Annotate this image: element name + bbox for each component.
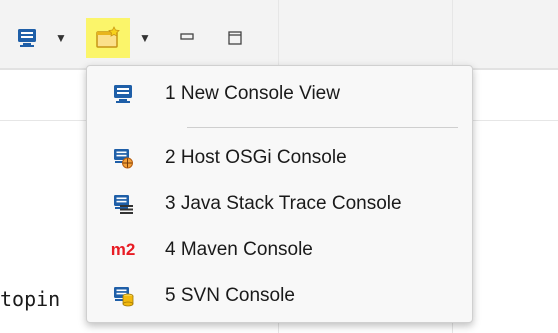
menu-item-svn-console[interactable]: 5 SVN Console xyxy=(97,279,462,313)
maximize-button[interactable] xyxy=(220,18,250,58)
console-view-toolbar: ▼ ▼ xyxy=(0,18,300,58)
display-selected-console-dropdown[interactable]: ▼ xyxy=(52,18,70,58)
chevron-down-icon: ▼ xyxy=(139,31,151,45)
open-console-button[interactable] xyxy=(86,18,130,58)
new-console-view-icon xyxy=(96,26,120,48)
menu-item-maven-console[interactable]: m2 4 Maven Console xyxy=(97,233,462,267)
menu-item-label: 4 Maven Console xyxy=(165,239,313,260)
menu-item-java-stack-trace-console[interactable]: 3 Java Stack Trace Console xyxy=(97,187,462,221)
menu-item-label: 1 New Console View xyxy=(165,83,340,104)
menu-item-label: 2 Host OSGi Console xyxy=(165,147,347,168)
svn-console-icon xyxy=(107,284,139,308)
menu-separator xyxy=(187,127,458,128)
open-console-dropdown[interactable]: ▼ xyxy=(136,18,154,58)
minimize-button[interactable] xyxy=(172,18,202,58)
console-text: topin xyxy=(0,287,61,311)
maven-m2-icon: m2 xyxy=(110,240,136,259)
minimize-icon xyxy=(180,33,194,40)
menu-item-label: 5 SVN Console xyxy=(165,285,295,306)
monitor-icon xyxy=(18,29,36,47)
menu-item-label: 3 Java Stack Trace Console xyxy=(165,193,402,214)
maximize-icon xyxy=(228,31,242,45)
chevron-down-icon: ▼ xyxy=(55,31,67,45)
menu-item-new-console-view[interactable]: 1 New Console View xyxy=(97,77,462,111)
display-selected-console-button[interactable] xyxy=(8,18,46,58)
monitor-icon xyxy=(107,82,139,106)
menu-item-host-osgi-console[interactable]: 2 Host OSGi Console xyxy=(97,141,462,175)
stack-trace-console-icon xyxy=(107,192,139,216)
osgi-console-icon xyxy=(107,146,139,170)
open-console-menu: 1 New Console View 2 Host OSGi Console 3… xyxy=(86,65,473,323)
